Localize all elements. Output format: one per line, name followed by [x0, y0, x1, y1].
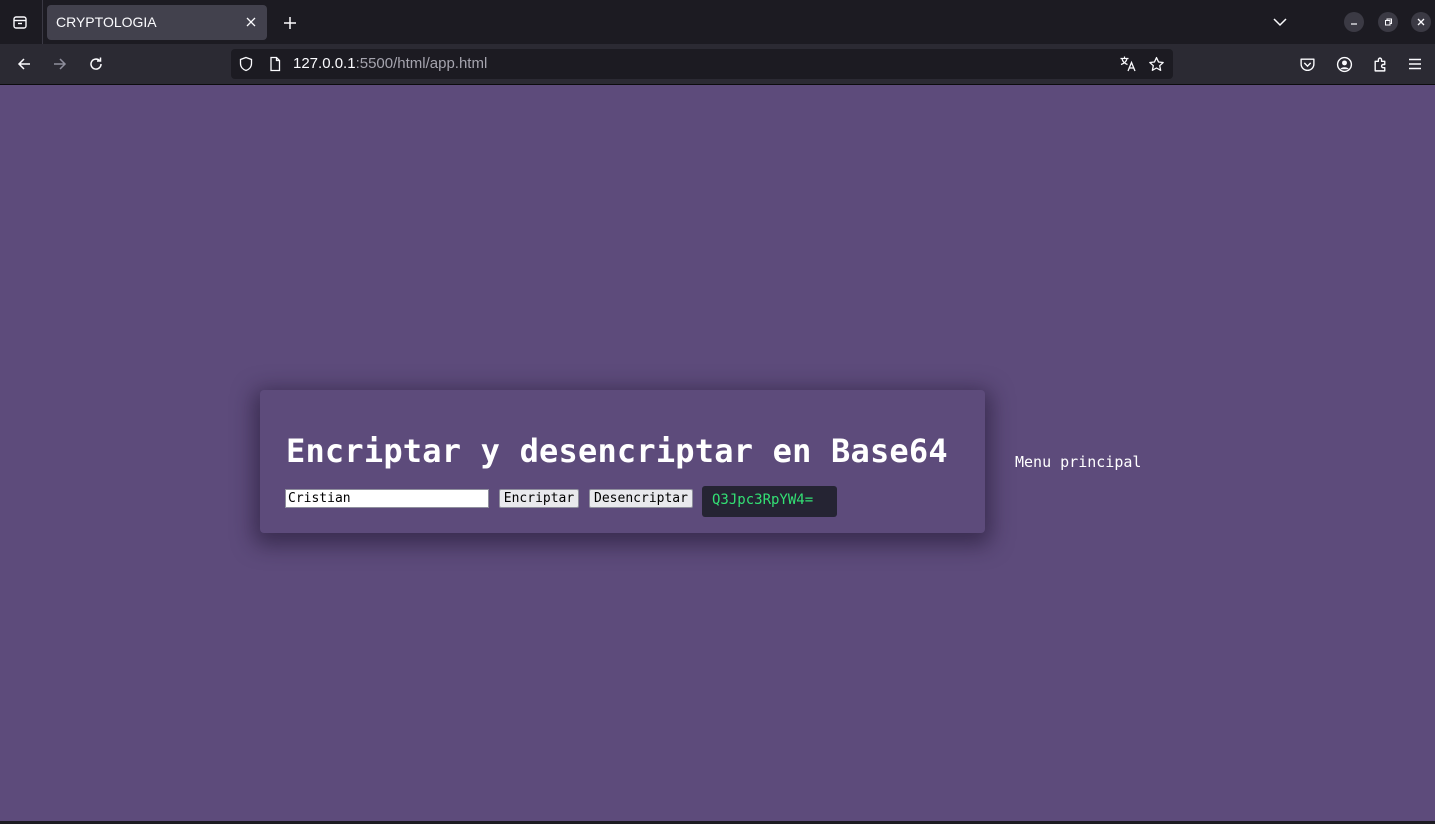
- hamburger-menu-icon[interactable]: [1404, 53, 1426, 75]
- chevron-down-icon[interactable]: [1268, 10, 1292, 34]
- extensions-icon[interactable]: [1369, 53, 1391, 75]
- base64-card: Encriptar y desencriptar en Base64 Encri…: [260, 390, 985, 533]
- forward-arrow-icon[interactable]: [48, 52, 72, 76]
- restore-icon[interactable]: [1378, 12, 1398, 32]
- page-viewport: Encriptar y desencriptar en Base64 Encri…: [0, 85, 1435, 821]
- url-bar[interactable]: 127.0.0.1:5500/html/app.html: [231, 49, 1173, 79]
- star-icon[interactable]: [1146, 54, 1166, 74]
- tab-divider: [42, 0, 43, 44]
- encrypt-button[interactable]: Encriptar: [499, 489, 579, 508]
- tab-list-icon[interactable]: [8, 10, 32, 34]
- reload-icon[interactable]: [84, 52, 108, 76]
- pocket-icon[interactable]: [1296, 53, 1318, 75]
- translate-icon[interactable]: [1118, 54, 1138, 74]
- url-host: 127.0.0.1: [293, 55, 356, 72]
- minimize-icon[interactable]: [1344, 12, 1364, 32]
- active-tab[interactable]: CRYPTOLOGIA: [47, 5, 267, 40]
- account-icon[interactable]: [1333, 53, 1355, 75]
- url-path: :5500/html/app.html: [355, 55, 488, 72]
- decrypt-button[interactable]: Desencriptar: [589, 489, 693, 508]
- plus-icon[interactable]: [278, 11, 302, 35]
- page-title: Encriptar y desencriptar en Base64: [286, 432, 948, 470]
- page-icon[interactable]: [266, 55, 284, 73]
- tab-title: CRYPTOLOGIA: [56, 14, 157, 30]
- close-window-icon[interactable]: [1411, 12, 1431, 32]
- tab-bar: CRYPTOLOGIA: [0, 0, 1435, 44]
- text-input[interactable]: [285, 489, 489, 508]
- back-arrow-icon[interactable]: [12, 52, 36, 76]
- url-text[interactable]: 127.0.0.1:5500/html/app.html: [293, 55, 487, 72]
- shield-icon[interactable]: [237, 55, 255, 73]
- navigation-bar: 127.0.0.1:5500/html/app.html: [0, 44, 1435, 85]
- result-output: Q3Jpc3RpYW4=: [702, 486, 837, 517]
- main-menu-link[interactable]: Menu principal: [1015, 453, 1141, 471]
- close-icon[interactable]: [243, 14, 259, 30]
